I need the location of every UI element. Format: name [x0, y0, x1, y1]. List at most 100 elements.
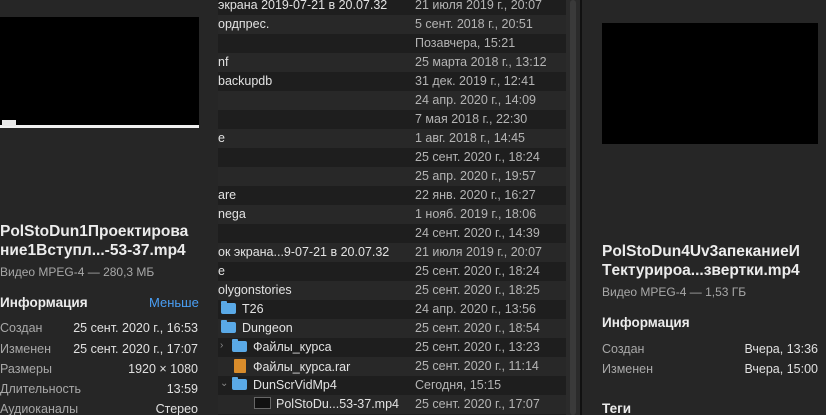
- disclosure-triangle-icon[interactable]: ⌄: [220, 378, 228, 389]
- item-name: e: [218, 131, 225, 145]
- list-item[interactable]: 24 апр. 2020 г., 14:09: [218, 91, 566, 110]
- item-name: Файлы_курса: [232, 339, 332, 354]
- video-thumbnail[interactable]: [0, 17, 199, 128]
- list-item[interactable]: Позавчера, 15:21: [218, 34, 566, 53]
- file-name-line1: PolStoDun4Uv3апеканиеИ: [602, 243, 800, 260]
- item-date: 31 дек. 2019 г., 12:41: [415, 74, 536, 88]
- item-label: Файлы_курса.rar: [253, 360, 351, 374]
- video-file-icon: [254, 397, 271, 409]
- info-row-created: Создан Вчера, 13:36: [602, 342, 818, 360]
- list-item-selected-video[interactable]: PolStoDu...53-37.mp4 25 сент. 2020 г., 1…: [218, 395, 566, 414]
- thumbnail-progress-marker: [2, 120, 16, 126]
- item-date: 7 мая 2018 г., 22:30: [415, 112, 528, 126]
- info-value: 1920 × 1080: [128, 362, 198, 376]
- tags-section-title: Теги: [602, 401, 632, 415]
- item-date: 24 апр. 2020 г., 13:56: [415, 302, 537, 316]
- folder-icon: [232, 377, 247, 390]
- info-row-audio-channels: Аудиоканалы Стерео: [0, 402, 198, 415]
- list-item[interactable]: nf 25 марта 2018 г., 13:12: [218, 53, 566, 72]
- item-date: 22 янв. 2020 г., 16:27: [415, 188, 536, 202]
- item-name: экрана 2019-07-21 в 20.07.32: [218, 0, 388, 12]
- video-thumbnail[interactable]: [602, 23, 818, 144]
- folder-icon: [232, 339, 247, 352]
- folder-icon: [221, 320, 236, 333]
- info-key: Создан: [0, 321, 43, 335]
- item-name: olygonstories: [218, 283, 292, 297]
- list-item[interactable]: olygonstories 25 сент. 2020 г., 18:25: [218, 281, 566, 300]
- right-preview-pane: PolStoDun4Uv3апеканиеИ Tектуриpoa...звер…: [582, 0, 826, 415]
- file-name-line2: Tектуриpoa...звертки.mp4: [602, 262, 800, 279]
- info-key: Создан: [602, 342, 645, 356]
- list-scrollbar[interactable]: [566, 0, 580, 415]
- thumbnail-progress-bar: [0, 125, 199, 128]
- disclosure-triangle-icon[interactable]: ›: [220, 340, 223, 351]
- item-label: Dungeon: [242, 321, 293, 335]
- file-name-line2: ние1Вступл...-53-37.mp4: [0, 242, 186, 259]
- list-item[interactable]: T26 24 апр. 2020 г., 13:56: [218, 300, 566, 319]
- item-name: are: [218, 188, 237, 202]
- file-type: Видео MPEG-4 — 280,3 МБ: [0, 265, 155, 279]
- info-key: Длительность: [0, 382, 82, 396]
- item-date: 25 сент. 2020 г., 18:25: [415, 283, 540, 297]
- list-item[interactable]: are 22 янв. 2020 г., 16:27: [218, 186, 566, 205]
- item-date: 25 апр. 2020 г., 19:57: [415, 169, 537, 183]
- info-section-title: Информация: [602, 315, 690, 330]
- scrollbar-thumb[interactable]: [570, 0, 576, 415]
- item-date: 25 марта 2018 г., 13:12: [415, 55, 547, 69]
- list-item[interactable]: e 1 авг. 2018 г., 14:45: [218, 129, 566, 148]
- info-row-dimensions: Размеры 1920 × 1080: [0, 362, 198, 380]
- item-name: nf: [218, 55, 229, 69]
- item-date: Сегодня, 15:15: [415, 378, 502, 392]
- item-name: e: [218, 264, 225, 278]
- info-value: 25 сент. 2020 г., 16:53: [73, 321, 198, 335]
- info-row-duration: Длительность 13:59: [0, 382, 198, 400]
- list-item[interactable]: 25 сент. 2020 г., 18:24: [218, 148, 566, 167]
- item-label: Файлы_курса: [253, 340, 332, 354]
- item-name: Dungeon: [221, 320, 293, 335]
- info-key: Размеры: [0, 362, 52, 376]
- info-value: 13:59: [166, 382, 198, 396]
- list-item[interactable]: › Файлы_курса 25 сент. 2020 г., 13:23: [218, 338, 566, 357]
- info-key: Изменен: [602, 362, 654, 376]
- info-value: Стерео: [155, 402, 198, 415]
- list-item[interactable]: ок экрана...9-07-21 в 20.07.32 21 июля 20…: [218, 243, 566, 262]
- item-date: 25 сент. 2020 г., 13:23: [415, 340, 540, 354]
- item-label: T26: [242, 302, 264, 316]
- list-item[interactable]: e 25 сент. 2020 г., 18:24: [218, 262, 566, 281]
- folder-icon: [221, 301, 236, 314]
- list-item[interactable]: ⌄ DunScrVidMp4 Сегодня, 15:15: [218, 376, 566, 395]
- show-less-link[interactable]: Меньше: [149, 295, 199, 310]
- item-name: PolStoDu...53-37.mp4: [254, 397, 399, 411]
- info-key: Аудиоканалы: [0, 402, 79, 415]
- left-preview-pane: PolStoDun1Проектирова ние1Вступл...-53-3…: [0, 0, 218, 415]
- item-date: 5 сент. 2018 г., 20:51: [415, 17, 533, 31]
- item-name: DunScrVidMp4: [232, 377, 337, 392]
- item-name: ок экрана...9-07-21 в 20.07.32: [218, 245, 390, 259]
- item-date: 21 июля 2019 г., 20:07: [415, 245, 543, 259]
- item-name: nega: [218, 207, 246, 221]
- list-item[interactable]: ордпрес. 5 сент. 2018 г., 20:51: [218, 15, 566, 34]
- item-date: 24 апр. 2020 г., 14:09: [415, 93, 537, 107]
- info-key: Изменен: [0, 342, 52, 356]
- item-name: backupdb: [218, 74, 273, 88]
- info-value: 25 сент. 2020 г., 17:07: [73, 342, 198, 356]
- item-label: PolStoDu...53-37.mp4: [276, 397, 399, 411]
- list-item[interactable]: Файлы_курса.rar 25 сент. 2020 г., 11:14: [218, 357, 566, 376]
- file-name-line1: PolStoDun1Проектирова: [0, 223, 189, 240]
- file-list: экрана 2019-07-21 в 20.07.32 21 июля 2019…: [218, 0, 566, 415]
- list-item[interactable]: nega 1 нояб. 2019 г., 18:06: [218, 205, 566, 224]
- item-date: 21 июля 2019 г., 20:07: [415, 0, 543, 12]
- item-date: 25 сент. 2020 г., 18:24: [415, 264, 540, 278]
- item-date: 25 сент. 2020 г., 17:07: [415, 397, 540, 411]
- list-item[interactable]: Dungeon 25 сент. 2020 г., 18:54: [218, 319, 566, 338]
- list-item[interactable]: backupdb 31 дек. 2019 г., 12:41: [218, 72, 566, 91]
- file-type: Видео MPEG-4 — 1,53 ГБ: [602, 285, 747, 299]
- item-date: 25 сент. 2020 г., 18:54: [415, 321, 540, 335]
- list-item[interactable]: 24 сент. 2020 г., 14:39: [218, 224, 566, 243]
- list-item[interactable]: экрана 2019-07-21 в 20.07.32 21 июля 2019…: [218, 0, 566, 15]
- item-name: Файлы_курса.rar: [234, 359, 350, 374]
- list-item[interactable]: 25 апр. 2020 г., 19:57: [218, 167, 566, 186]
- info-value: Вчера, 13:36: [744, 342, 818, 356]
- list-item[interactable]: 7 мая 2018 г., 22:30: [218, 110, 566, 129]
- item-date: 1 нояб. 2019 г., 18:06: [415, 207, 537, 221]
